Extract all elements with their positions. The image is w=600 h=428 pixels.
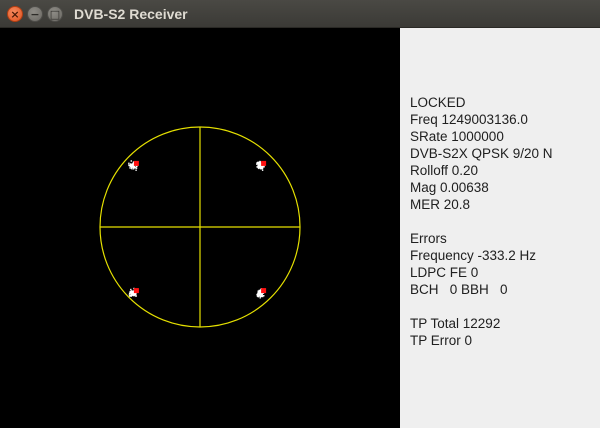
ideal-point-marker <box>133 288 139 294</box>
lock-status-line: LOCKED <box>410 95 466 110</box>
symbol-clusters <box>128 160 267 299</box>
mer-line: MER 20.8 <box>410 197 471 212</box>
ideal-point-marker <box>261 288 267 294</box>
errors-heading-line: Errors <box>410 231 447 246</box>
close-button[interactable]: × <box>7 6 23 22</box>
frequency-error-line: Frequency -333.2 Hz <box>410 248 537 263</box>
rolloff-line: Rolloff 0.20 <box>410 163 479 178</box>
symbol-cluster <box>128 287 139 297</box>
window-title: DVB-S2 Receiver <box>74 6 188 22</box>
bch-bbh-line: BCH 0 BBH 0 <box>410 282 508 297</box>
constellation-display <box>0 28 400 428</box>
title-bar[interactable]: × − □ DVB-S2 Receiver <box>0 0 600 28</box>
symbol-rate-line: SRate 1000000 <box>410 129 504 144</box>
status-panel: LOCKED Freq 1249003136.0 SRate 1000000 DVB-… <box>400 28 600 428</box>
symbol-cluster <box>256 288 267 299</box>
maximize-icon: □ <box>49 7 61 21</box>
ideal-point-marker <box>133 160 139 166</box>
ideal-point-marker <box>261 160 267 166</box>
minimize-button[interactable]: − <box>27 6 43 22</box>
tp-total-line: TP Total 12292 <box>410 316 501 331</box>
modcod-line: DVB-S2X QPSK 9/20 N <box>410 146 553 161</box>
magnitude-line: Mag 0.00638 <box>410 180 489 195</box>
maximize-button[interactable]: □ <box>47 6 63 22</box>
tp-error-line: TP Error 0 <box>410 333 473 348</box>
ldpc-fe-line: LDPC FE 0 <box>410 265 479 280</box>
symbol-cluster <box>256 160 267 171</box>
close-icon: × <box>10 7 20 21</box>
constellation-plot <box>99 126 301 328</box>
symbol-cluster <box>128 160 139 171</box>
frequency-line: Freq 1249003136.0 <box>410 112 528 127</box>
app-window: × − □ DVB-S2 Receiver LOCKED Freq 1249003… <box>0 0 600 428</box>
minimize-icon: − <box>30 7 40 21</box>
